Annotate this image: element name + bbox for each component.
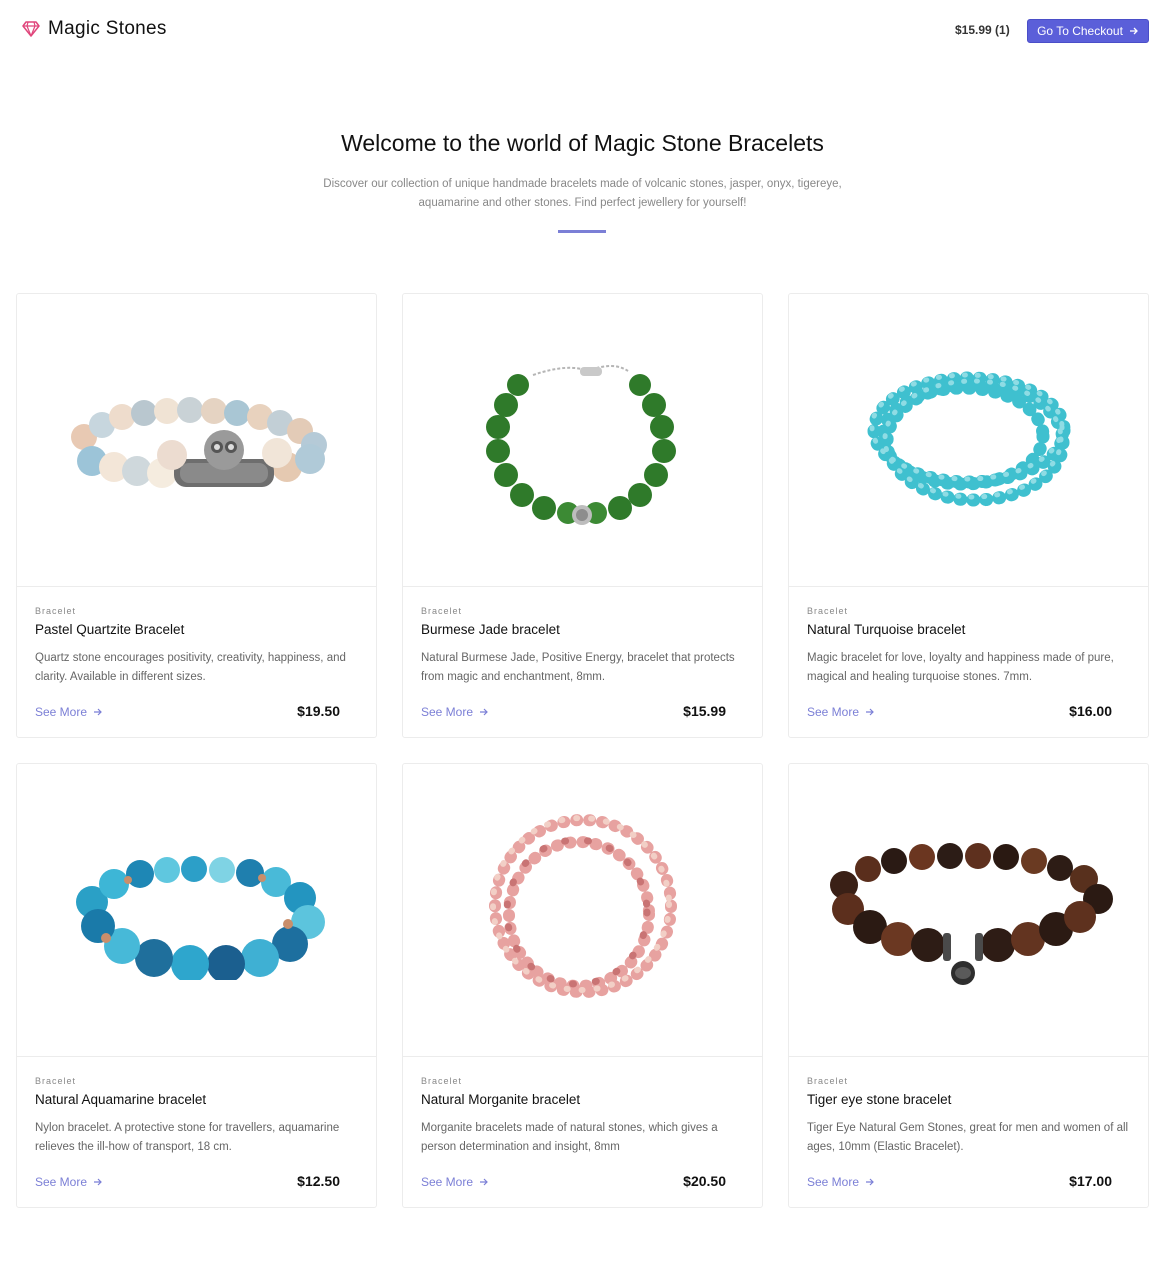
product-description: Morganite bracelets made of natural ston… xyxy=(421,1122,718,1153)
product-price: $15.99 xyxy=(683,703,726,719)
gem-icon xyxy=(22,21,40,37)
product-price: $12.50 xyxy=(297,1173,340,1189)
product-category: Bracelet xyxy=(421,1076,463,1086)
see-more-label: See More xyxy=(807,705,860,719)
product-card[interactable]: Bracelet Pastel Quartzite Bracelet Quart… xyxy=(16,293,377,738)
cart-summary[interactable]: $15.99 (1) xyxy=(955,23,1010,37)
product-card[interactable]: Bracelet Natural Aquamarine bracelet Nyl… xyxy=(16,763,377,1208)
product-category: Bracelet xyxy=(807,606,849,616)
product-title[interactable]: Natural Aquamarine bracelet xyxy=(35,1092,357,1107)
product-image-pastel-quartzite[interactable] xyxy=(17,294,376,587)
product-price: $17.00 xyxy=(1069,1173,1112,1189)
checkout-button-label: Go To Checkout xyxy=(1037,24,1123,38)
product-description: Tiger Eye Natural Gem Stones, great for … xyxy=(807,1122,1129,1153)
product-footer: See More $17.00 xyxy=(807,1173,1112,1191)
page-subtitle: Discover our collection of unique handma… xyxy=(323,178,842,209)
arrow-right-icon xyxy=(865,707,875,717)
product-image-turquoise[interactable] xyxy=(789,294,1148,587)
title-divider xyxy=(558,230,606,233)
product-price: $16.00 xyxy=(1069,703,1112,719)
product-card[interactable]: Bracelet Natural Turquoise bracelet Magi… xyxy=(788,293,1149,738)
see-more-link[interactable]: See More xyxy=(421,705,489,719)
product-category: Bracelet xyxy=(35,1076,77,1086)
product-title[interactable]: Natural Morganite bracelet xyxy=(421,1092,743,1107)
arrow-right-icon xyxy=(1129,26,1139,36)
product-image-morganite[interactable] xyxy=(403,764,762,1057)
see-more-link[interactable]: See More xyxy=(807,705,875,719)
product-category: Bracelet xyxy=(807,1076,849,1086)
product-footer: See More $20.50 xyxy=(421,1173,726,1191)
product-footer: See More $16.00 xyxy=(807,703,1112,721)
product-price: $20.50 xyxy=(683,1173,726,1189)
product-info: Bracelet Tiger eye stone bracelet Tiger … xyxy=(807,1076,1129,1189)
product-footer: See More $15.99 xyxy=(421,703,726,721)
see-more-label: See More xyxy=(35,705,88,719)
product-description: Natural Burmese Jade, Positive Energy, b… xyxy=(421,652,735,683)
see-more-label: See More xyxy=(35,1175,88,1189)
checkout-button[interactable]: Go To Checkout xyxy=(1027,19,1149,43)
product-footer: See More $12.50 xyxy=(35,1173,340,1191)
product-description: Nylon bracelet. A protective stone for t… xyxy=(35,1122,340,1153)
arrow-right-icon xyxy=(93,707,103,717)
arrow-right-icon xyxy=(865,1177,875,1187)
product-card[interactable]: Bracelet Natural Morganite bracelet Morg… xyxy=(402,763,763,1208)
product-description: Magic bracelet for love, loyalty and hap… xyxy=(807,652,1114,683)
product-image-burmese-jade[interactable] xyxy=(403,294,762,587)
product-info: Bracelet Natural Turquoise bracelet Magi… xyxy=(807,606,1129,719)
product-info: Bracelet Natural Aquamarine bracelet Nyl… xyxy=(35,1076,357,1189)
arrow-right-icon xyxy=(93,1177,103,1187)
product-info: Bracelet Burmese Jade bracelet Natural B… xyxy=(421,606,743,719)
product-title[interactable]: Tiger eye stone bracelet xyxy=(807,1092,1129,1107)
see-more-label: See More xyxy=(807,1175,860,1189)
logo[interactable]: Magic Stones xyxy=(22,18,167,40)
product-title[interactable]: Burmese Jade bracelet xyxy=(421,622,743,637)
product-image-tiger-eye[interactable] xyxy=(789,764,1148,1057)
page-title: Welcome to the world of Magic Stone Brac… xyxy=(341,130,824,156)
see-more-link[interactable]: See More xyxy=(807,1175,875,1189)
header: Magic Stones $15.99 (1) Go To Checkout xyxy=(0,0,1165,62)
product-footer: See More $19.50 xyxy=(35,703,340,721)
product-info: Bracelet Natural Morganite bracelet Morg… xyxy=(421,1076,743,1189)
arrow-right-icon xyxy=(479,1177,489,1187)
see-more-link[interactable]: See More xyxy=(35,1175,103,1189)
product-title[interactable]: Natural Turquoise bracelet xyxy=(807,622,1129,637)
see-more-link[interactable]: See More xyxy=(35,705,103,719)
product-card[interactable]: Bracelet Burmese Jade bracelet Natural B… xyxy=(402,293,763,738)
product-category: Bracelet xyxy=(421,606,463,616)
arrow-right-icon xyxy=(479,707,489,717)
see-more-label: See More xyxy=(421,1175,474,1189)
product-category: Bracelet xyxy=(35,606,77,616)
see-more-label: See More xyxy=(421,705,474,719)
product-title[interactable]: Pastel Quartzite Bracelet xyxy=(35,622,357,637)
product-info: Bracelet Pastel Quartzite Bracelet Quart… xyxy=(35,606,357,719)
logo-text: Magic Stones xyxy=(48,18,167,39)
product-price: $19.50 xyxy=(297,703,340,719)
hero: Welcome to the world of Magic Stone Brac… xyxy=(0,130,1165,233)
see-more-link[interactable]: See More xyxy=(421,1175,489,1189)
product-image-aquamarine[interactable] xyxy=(17,764,376,1057)
product-card[interactable]: Bracelet Tiger eye stone bracelet Tiger … xyxy=(788,763,1149,1208)
product-description: Quartz stone encourages positivity, crea… xyxy=(35,652,346,683)
